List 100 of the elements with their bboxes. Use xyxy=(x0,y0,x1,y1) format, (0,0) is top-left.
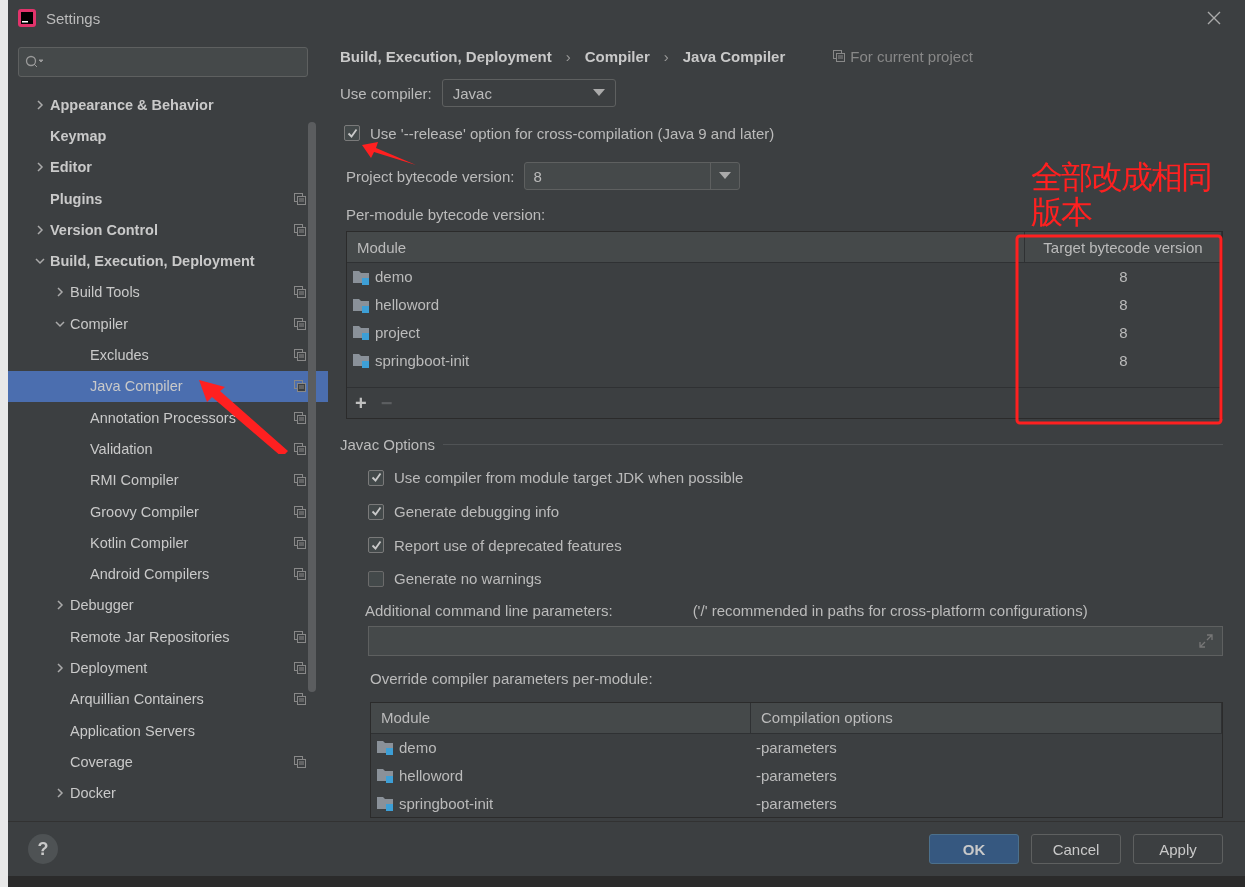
chevron-right-icon[interactable] xyxy=(35,224,45,235)
chevron-right-icon[interactable] xyxy=(55,788,65,799)
chevron-right-icon[interactable] xyxy=(35,162,45,173)
bytecode-version-dropdown[interactable]: 8 xyxy=(524,162,741,190)
field-label: Additional command line parameters: xyxy=(365,602,613,620)
window-title: Settings xyxy=(46,9,102,27)
module-folder-icon xyxy=(352,352,370,369)
table-cell-text: 8 xyxy=(1118,323,1129,343)
checkbox-label: Report use of deprecated features xyxy=(394,536,622,554)
settings-tree-item[interactable]: Remote Jar Repositories xyxy=(8,621,328,653)
settings-tree-item[interactable]: Debugger xyxy=(8,589,328,622)
settings-tree-item[interactable]: Editor xyxy=(8,151,328,183)
column-header[interactable]: Module xyxy=(347,232,1025,262)
settings-tree-item[interactable]: Appearance & Behavior xyxy=(8,89,328,121)
chevron-down-icon[interactable] xyxy=(35,256,45,267)
settings-tree-item[interactable]: Build Tools xyxy=(8,276,328,309)
checkbox[interactable] xyxy=(368,570,384,587)
module-folder-icon xyxy=(352,296,370,313)
settings-tree-item[interactable]: Docker xyxy=(8,777,328,809)
settings-tree-item[interactable]: Keymap xyxy=(8,120,328,152)
search-field[interactable] xyxy=(18,47,308,77)
app-logo-icon xyxy=(18,9,36,27)
module-folder-icon xyxy=(376,767,394,784)
module-folder-icon xyxy=(376,739,394,756)
checkmark-icon xyxy=(370,506,382,518)
table-cell-text: -parameters xyxy=(755,765,838,786)
checkbox[interactable] xyxy=(368,503,384,520)
column-header[interactable]: Target bytecode version xyxy=(1025,232,1222,262)
dropdown-caret-icon xyxy=(592,89,605,97)
settings-tree-item[interactable]: RMI Compiler xyxy=(8,464,328,496)
annotation-arrow xyxy=(362,142,416,165)
checkbox-label: Use '--release' option for cross-compilation (Java 9 and later) xyxy=(370,124,775,142)
settings-tree-item[interactable]: Plugins xyxy=(8,182,328,215)
settings-tree-item[interactable]: Coverage xyxy=(8,746,328,778)
module-folder-icon xyxy=(352,268,370,285)
module-folder-icon xyxy=(352,324,370,341)
table-cell: springboot-init xyxy=(371,789,751,817)
breadcrumb-separator: › xyxy=(565,47,571,65)
chevron-right-icon[interactable] xyxy=(35,99,45,110)
hint-text: ('/' recommended in paths for cross-platform configurations) xyxy=(692,602,1088,620)
settings-tree-item[interactable]: Android Compilers xyxy=(8,558,328,590)
breadcrumb-item[interactable]: Compiler xyxy=(584,47,650,65)
scrollbar[interactable] xyxy=(308,122,316,692)
checkmark-icon xyxy=(370,472,382,484)
breadcrumb-item[interactable]: Build, Execution, Deployment xyxy=(340,47,552,65)
breadcrumb-separator: › xyxy=(663,47,669,65)
table-cell: project xyxy=(347,318,1025,347)
settings-tree-item[interactable]: Annotation Processors xyxy=(8,401,328,434)
section-label: Per-module bytecode version: xyxy=(346,205,546,223)
settings-tree-item[interactable]: Version Control xyxy=(8,214,328,246)
breadcrumb-item[interactable]: Java Compiler xyxy=(682,47,786,65)
settings-tree-item[interactable]: Application Servers xyxy=(8,714,328,747)
checkmark-icon xyxy=(370,539,382,551)
checkmark-icon xyxy=(346,127,358,139)
checkbox-label: Generate no warnings xyxy=(394,570,542,588)
module-folder-icon xyxy=(376,795,394,812)
checkbox[interactable] xyxy=(344,125,360,141)
settings-tree-item[interactable]: Deployment xyxy=(8,652,328,684)
settings-tree-item[interactable]: Compiler xyxy=(8,308,328,340)
table-cell-text: -parameters xyxy=(755,793,838,814)
annotation-note: 全部改成相同版本 xyxy=(1031,160,1212,230)
ok-button[interactable]: OK xyxy=(929,834,1019,864)
settings-tree-item[interactable]: Validation xyxy=(8,433,328,465)
checkbox-label: Generate debugging info xyxy=(394,503,560,521)
search-icon xyxy=(25,55,45,69)
settings-tree-item[interactable]: Groovy Compiler xyxy=(8,495,328,528)
help-button[interactable]: ? xyxy=(28,834,58,864)
checkbox[interactable] xyxy=(368,470,384,486)
table-cell: demo xyxy=(371,733,751,762)
dropdown-caret-icon xyxy=(719,172,732,180)
section-title: Javac Options xyxy=(340,435,436,453)
compiler-dropdown[interactable]: Javac xyxy=(441,79,616,107)
field-label: Project bytecode version: xyxy=(346,167,515,185)
chevron-right-icon[interactable] xyxy=(55,287,65,298)
table-cell: springboot-init xyxy=(347,346,1025,375)
apply-button[interactable]: Apply xyxy=(1133,834,1223,864)
section-label: Override compiler parameters per-module: xyxy=(370,670,653,688)
chevron-right-icon[interactable] xyxy=(55,600,65,611)
checkbox-label: Use compiler from module target JDK when possible xyxy=(394,469,744,487)
settings-tree-item[interactable]: Excludes xyxy=(8,339,328,371)
table-cell: demo xyxy=(347,263,1025,291)
cancel-button[interactable]: Cancel xyxy=(1031,834,1121,864)
table-cell: helloword xyxy=(371,761,751,790)
settings-tree-item[interactable]: Arquillian Containers xyxy=(8,683,328,715)
scope-note: For current project xyxy=(850,47,973,65)
close-icon[interactable] xyxy=(1207,11,1221,25)
column-header[interactable]: Module xyxy=(371,702,751,733)
checkbox[interactable] xyxy=(368,537,384,554)
table-cell-text: 8 xyxy=(1118,350,1129,371)
chevron-right-icon[interactable] xyxy=(55,663,65,673)
column-header[interactable]: Compilation options xyxy=(751,702,1222,733)
table-cell-text: 8 xyxy=(1118,295,1129,316)
settings-tree-item[interactable]: Kotlin Compiler xyxy=(8,527,328,559)
chevron-down-icon[interactable] xyxy=(55,318,65,329)
settings-tree-item[interactable]: Build, Execution, Deployment xyxy=(8,245,328,277)
table-cell-text: -parameters xyxy=(755,737,838,758)
project-scope-icon xyxy=(833,50,846,62)
parameters-field[interactable] xyxy=(368,625,1223,656)
table-cell: helloword xyxy=(347,290,1025,319)
add-button[interactable]: + xyxy=(355,391,367,415)
